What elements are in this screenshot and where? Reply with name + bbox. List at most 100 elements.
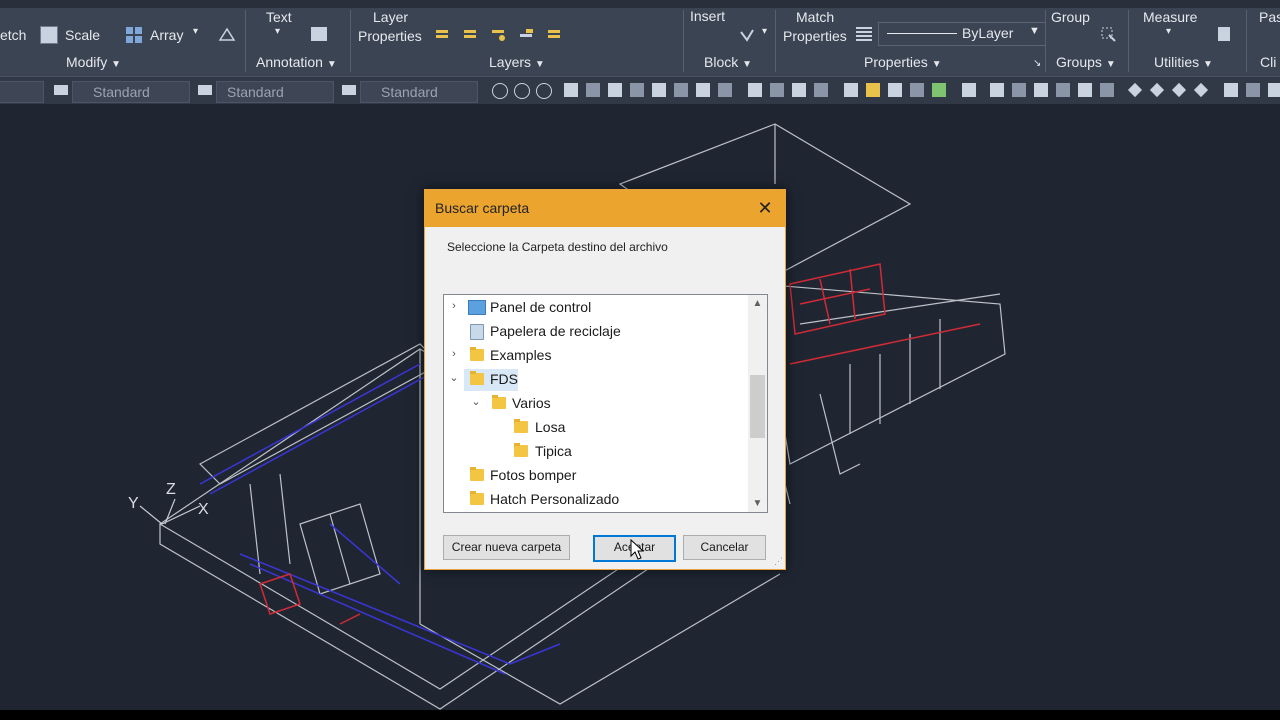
sketch-partial-label[interactable]: etch [0,27,26,43]
tree-item-varios[interactable]: ⌄ Varios [444,392,748,416]
text-dropdown-icon[interactable]: ▾ [275,26,280,37]
table-icon[interactable] [311,27,327,41]
chevron-right-icon[interactable]: › [448,348,460,360]
text-button[interactable]: Text [266,9,292,25]
match-properties-label-1[interactable]: Match [796,9,834,25]
scrollbar-thumb[interactable] [750,375,765,438]
calculator-icon[interactable] [1218,27,1230,41]
array-icon[interactable] [125,26,143,44]
tool-icon[interactable] [586,83,600,97]
dialog-title-bar[interactable]: Buscar carpeta ✕ [425,190,785,227]
new-folder-button[interactable]: Crear nueva carpeta [443,535,570,560]
group-select-icon[interactable] [1100,26,1118,44]
block-dropdown-icon[interactable]: ▾ [762,26,767,37]
panel-block[interactable]: Block ▼ [704,54,752,70]
tool-icon[interactable] [652,83,666,97]
layer-properties-label-2[interactable]: Properties [358,28,422,44]
layer-tool-icon[interactable] [518,26,536,44]
tool-icon[interactable] [564,83,578,97]
tool-icon[interactable] [536,83,552,99]
partial-combo[interactable] [0,81,44,103]
tool-icon[interactable] [1100,83,1114,97]
layer-tool-icon[interactable] [462,26,480,44]
tool-icon[interactable] [1078,83,1092,97]
tool-icon[interactable] [1246,83,1260,97]
tree-item-panel-de-control[interactable]: › Panel de control [444,296,748,320]
tool-icon[interactable] [888,83,902,97]
measure-button[interactable]: Measure [1143,9,1197,25]
panel-utilities[interactable]: Utilities ▼ [1154,54,1213,70]
tree-item-tipica[interactable]: Tipica [444,440,748,464]
tool-icon[interactable] [1012,83,1026,97]
linetype-combo[interactable]: ByLayer ▼ [878,22,1046,46]
tool-icon[interactable] [770,83,784,97]
tool-icon[interactable] [866,83,880,97]
tool-icon[interactable] [814,83,828,97]
tree-item-fotos-bomper[interactable]: Fotos bomper [444,464,748,488]
panel-properties[interactable]: Properties ▼ [864,54,942,70]
tool-icon[interactable] [608,83,622,97]
tool-icon[interactable] [492,83,508,99]
group-button[interactable]: Group [1051,9,1090,25]
array-button[interactable]: Array [150,27,183,43]
tool-icon[interactable] [674,83,688,97]
tree-item-fds[interactable]: ⌄ FDS [444,368,748,392]
chevron-down-icon[interactable]: ⌄ [448,372,460,384]
tree-item-papelera[interactable]: Papelera de reciclaje [444,320,748,344]
cancel-button[interactable]: Cancelar [683,535,766,560]
measure-dropdown-icon[interactable]: ▾ [1166,26,1171,37]
panel-annotation[interactable]: Annotation ▼ [256,54,337,70]
insert-button[interactable]: Insert [690,8,725,24]
tool-icon[interactable] [932,83,946,97]
match-properties-label-2[interactable]: Properties [783,28,847,44]
tool-icon[interactable] [910,83,924,97]
layer-tool-icon[interactable] [434,26,452,44]
tool-icon[interactable] [748,83,762,97]
tool-icon[interactable] [1268,83,1280,97]
chevron-right-icon[interactable]: › [448,300,460,312]
panel-layers[interactable]: Layers ▼ [489,54,545,70]
block-edit-icon[interactable] [738,26,756,44]
tool-icon[interactable] [792,83,806,97]
scale-button[interactable]: Scale [65,27,100,43]
layer-tool-icon[interactable] [546,26,564,44]
stretch-icon[interactable] [218,26,236,44]
multileader-style-combo[interactable]: Standard [360,81,478,103]
layer-properties-label-1[interactable]: Layer [373,9,408,25]
panel-groups[interactable]: Groups ▼ [1056,54,1116,70]
tool-icon[interactable] [1127,82,1143,98]
folder-tree[interactable]: › Panel de control Papelera de reciclaje… [443,294,768,513]
array-dropdown-icon[interactable]: ▾ [193,26,198,37]
tree-scrollbar[interactable]: ▲ ▼ [748,295,767,512]
tool-icon[interactable] [844,83,858,97]
tool-icon[interactable] [696,83,710,97]
tree-item-examples[interactable]: › Examples [444,344,748,368]
dialog-launcher-icon[interactable]: ↘ [1033,58,1041,69]
tool-icon[interactable] [514,83,530,99]
tool-icon[interactable] [1171,82,1187,98]
close-icon[interactable]: ✕ [755,198,775,218]
dimension-style-combo[interactable]: Standard [72,81,190,103]
tool-icon[interactable] [962,83,976,97]
scroll-down-icon[interactable]: ▼ [748,495,767,512]
panel-modify[interactable]: Modify ▼ [66,54,121,70]
tool-icon[interactable] [1193,82,1209,98]
table-style-combo[interactable]: Standard [216,81,334,103]
paste-partial-label[interactable]: Pas [1259,9,1280,25]
tool-icon[interactable] [630,83,644,97]
lineweight-icon[interactable] [856,27,872,41]
tool-icon[interactable] [1224,83,1238,97]
tool-icon[interactable] [1034,83,1048,97]
chevron-down-icon[interactable]: ⌄ [470,396,482,408]
tool-icon[interactable] [718,83,732,97]
tree-item-losa[interactable]: Losa [444,416,748,440]
tool-icon[interactable] [1056,83,1070,97]
scroll-up-icon[interactable]: ▲ [748,295,767,312]
scale-icon[interactable] [40,26,58,44]
panel-clipboard[interactable]: Cli [1260,54,1276,70]
tool-icon[interactable] [990,83,1004,97]
layer-tool-icon[interactable] [490,26,508,44]
resize-grip-icon[interactable]: ⋰ [774,556,783,567]
tool-icon[interactable] [1149,82,1165,98]
tree-item-hatch-personalizado[interactable]: Hatch Personalizado [444,488,748,512]
